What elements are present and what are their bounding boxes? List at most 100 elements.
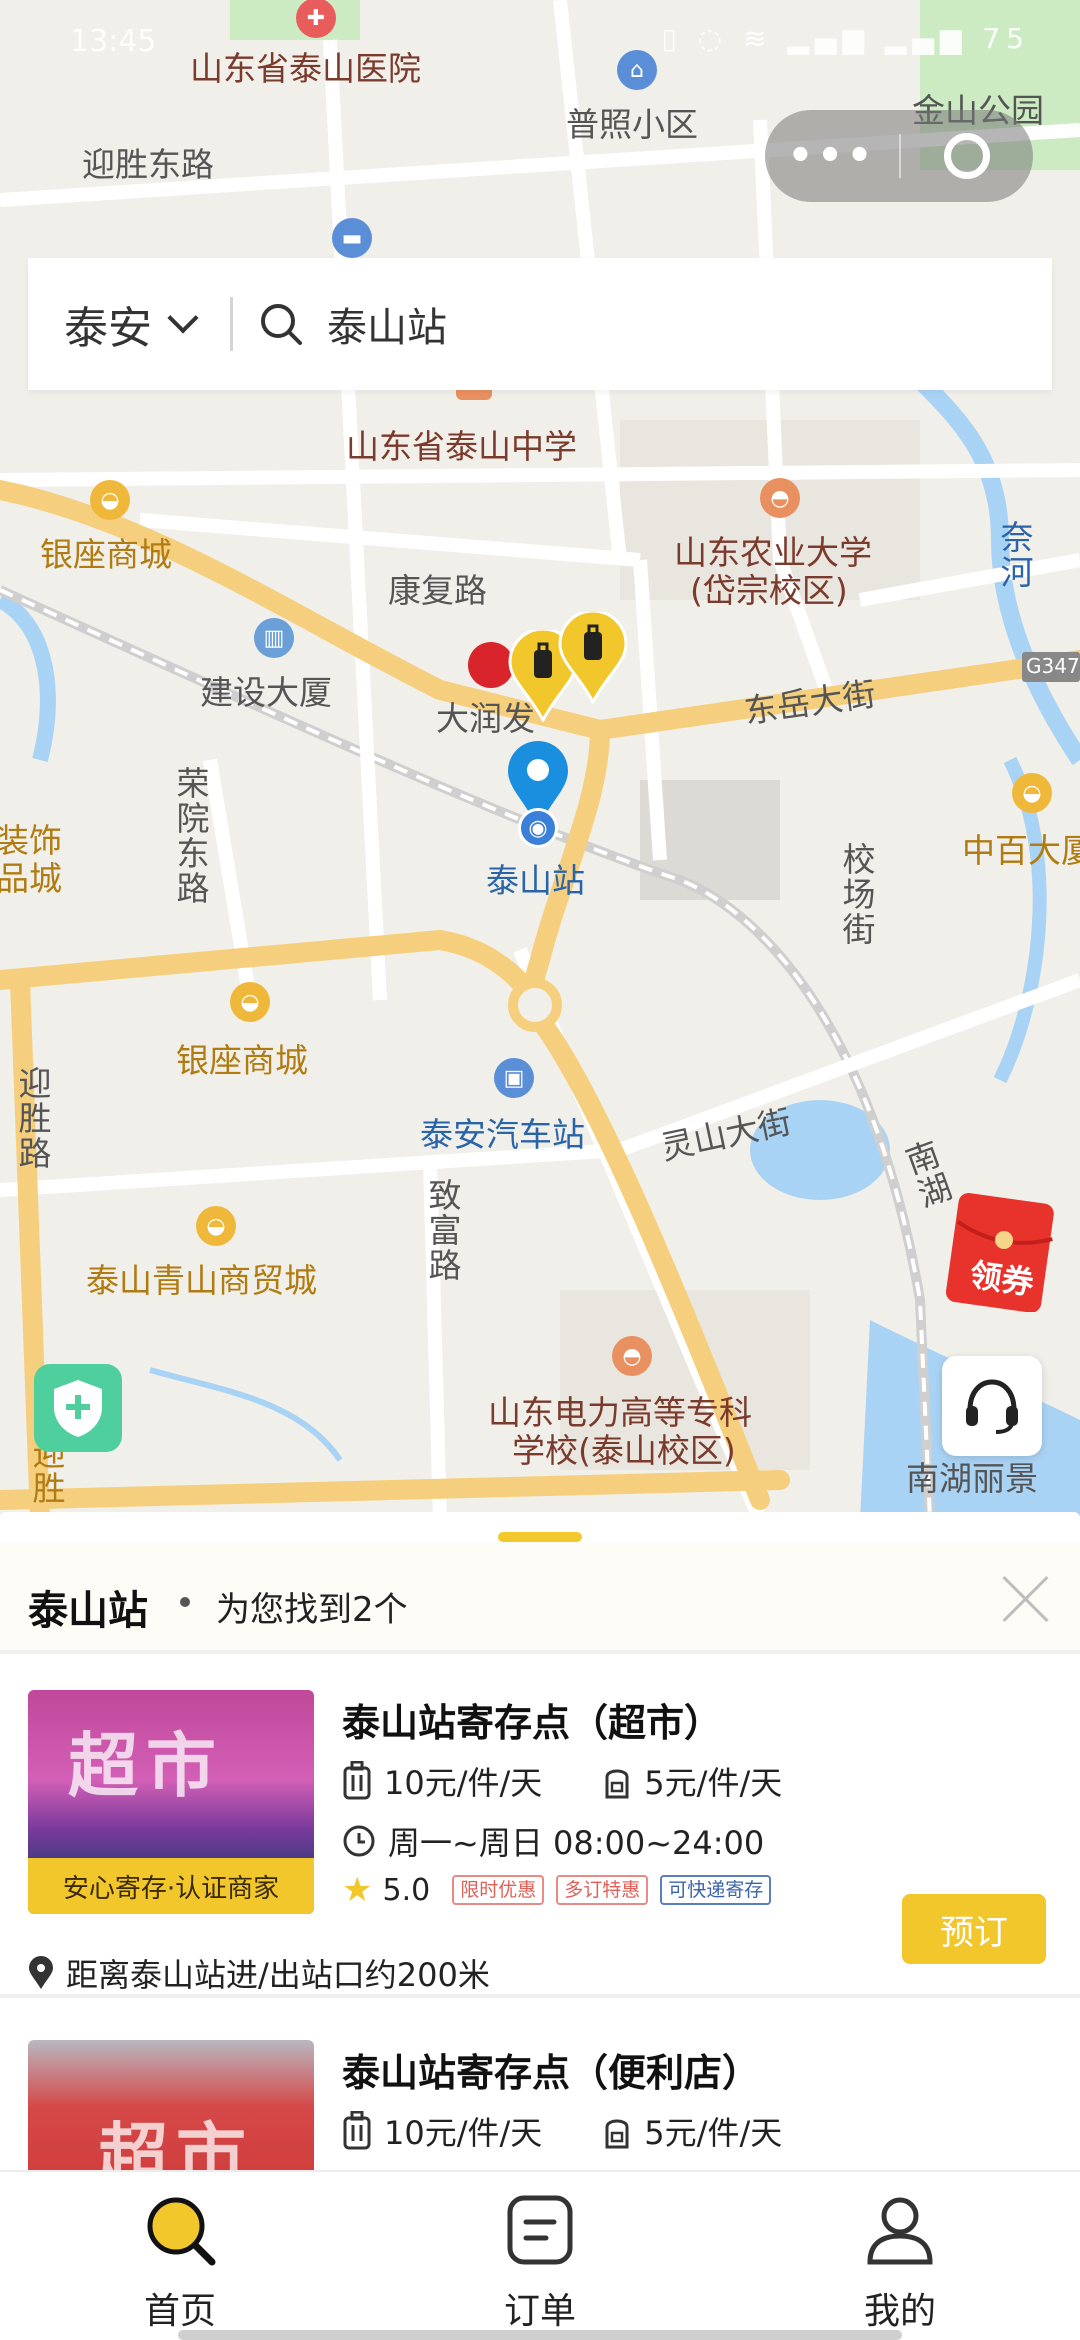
office-building-icon[interactable]: ▥ [254, 618, 294, 658]
tab-profile[interactable]: 我的 [800, 2192, 1000, 2334]
map-label: 普照小区 [566, 105, 698, 144]
miniprogram-capsule: ••• [765, 110, 1033, 202]
header-dot [180, 1597, 190, 1607]
luggage-pin-icon[interactable] [558, 612, 628, 704]
distance-row: 距离泰山站进/出站口约200米 [28, 1950, 490, 1996]
status-time: 13:45 [70, 24, 157, 59]
distance-text: 距离泰山站进/出站口约200米 [66, 1956, 490, 1994]
train-station-icon[interactable]: ◉ [518, 808, 558, 848]
map-label: 泰山站 [486, 861, 585, 900]
map-label: 山东农业大学 [674, 533, 872, 572]
store-thumbnail: 超市 安心寄存·认证商家 [28, 1690, 314, 1914]
divider [0, 1994, 1080, 1998]
coupon-label: 领券 [967, 1255, 1037, 1303]
map-label: 学校(泰山校区) [512, 1431, 736, 1470]
headset-icon [966, 1379, 1018, 1434]
store-name: 泰山站寄存点（超市） [342, 1701, 723, 1745]
star-icon: ★ [342, 1870, 373, 1910]
map-label: 致富路 [423, 1178, 462, 1283]
hotel-icon[interactable]: ▬ [332, 218, 372, 258]
promo-tag: 多订特惠 [556, 1875, 649, 1905]
insurance-shield-button[interactable] [34, 1364, 122, 1452]
map-label: 中百大厦 [962, 831, 1080, 870]
express-tag: 可快递寄存 [660, 1875, 772, 1905]
map-label: 荣院东路 [171, 766, 210, 906]
sheet-drag-handle[interactable] [498, 1532, 582, 1542]
mall-icon[interactable]: ◒ [230, 982, 270, 1022]
search-icon [147, 2197, 216, 2266]
map-label: (岱宗校区) [690, 571, 848, 610]
highway-shield: G347 [1026, 654, 1080, 678]
storage-card[interactable]: 超市 安心寄存·认证商家 泰山站寄存点（超市） 10元/件/天 5元/件/天 周… [0, 1654, 1080, 1994]
shield-icon [54, 1380, 102, 1437]
map-label: 大润发 [436, 699, 535, 738]
bus-station-icon[interactable]: ▣ [494, 1058, 534, 1098]
map-label: 迎胜路 [13, 1066, 52, 1171]
map-pin-icon [29, 1956, 53, 1989]
map-label: 山东省泰山中学 [346, 427, 577, 466]
map-label: 装饰 [0, 821, 62, 860]
rating-value: 5.0 [382, 1872, 431, 1908]
bag-price: 5元/件/天 [644, 1764, 783, 1802]
luggage-price: 10元/件/天 [384, 1764, 543, 1802]
tab-label: 订单 [503, 2291, 576, 2332]
clock-icon [343, 1825, 375, 1857]
mall-icon[interactable]: ◒ [90, 480, 130, 520]
coupon-button[interactable]: 领券 [945, 1192, 1056, 1313]
status-icons: ▯ ◌ ≋ ▂▄▆ ▂▄▆ 75 [661, 22, 1030, 55]
close-ring-icon [944, 133, 990, 179]
search-bar: 泰安 泰山站 [28, 258, 1052, 390]
bottom-tab-bar: 首页 订单 我的 [0, 2170, 1080, 2340]
price-row: 10元/件/天 5元/件/天 [342, 2108, 782, 2154]
map-label: 建设大厦 [200, 673, 332, 712]
map-label: 奈河 [995, 520, 1034, 590]
tab-label: 首页 [143, 2291, 216, 2332]
order-icon [507, 2195, 573, 2265]
map-label: 银座商城 [176, 1041, 308, 1080]
map-view[interactable]: 13:45 ▯ ◌ ≋ ▂▄▆ ▂▄▆ 75 ✚ ⌂ ▬ ◒ ◓ ▥ ◒ ◒ ▣… [0, 0, 1080, 1520]
map-label: 迎胜东路 [82, 145, 214, 184]
home-indicator [178, 2330, 902, 2340]
more-menu-button[interactable]: ••• [765, 133, 899, 179]
mall-icon[interactable]: ◒ [1012, 773, 1052, 813]
luggage-icon [343, 1761, 371, 1800]
backpack-icon [605, 2119, 629, 2149]
residential-icon[interactable]: ⌂ [617, 50, 657, 90]
chevron-down-icon [167, 302, 199, 334]
tab-home[interactable]: 首页 [80, 2192, 280, 2334]
map-label: 品城 [0, 859, 62, 898]
backpack-icon [605, 1769, 629, 1799]
hours-row: 周一~周日 08:00~24:00 [342, 1818, 764, 1864]
bag-price: 5元/件/天 [644, 2114, 783, 2152]
mall-icon[interactable]: ◒ [196, 1206, 236, 1246]
results-sheet: 泰山站 为您找到2个 超市 安心寄存·认证商家 泰山站寄存点（超市） 10元/件… [0, 1512, 1080, 2264]
map-label: 山东省泰山医院 [190, 49, 421, 88]
search-input[interactable]: 泰山站 [327, 295, 447, 353]
school-icon[interactable]: ◓ [760, 478, 800, 518]
city-selector[interactable]: 泰安 [28, 292, 199, 356]
results-header: 泰山站 为您找到2个 [0, 1542, 1080, 1650]
map-label: 泰山青山商贸城 [86, 1261, 317, 1300]
promo-tag: 限时优惠 [452, 1875, 545, 1905]
map-label: 银座商城 [40, 535, 172, 574]
user-icon [867, 2197, 933, 2265]
close-miniprogram-button[interactable] [901, 133, 1033, 179]
rating-row: ★ 5.0 限时优惠 多订特惠 可快递寄存 [342, 1870, 772, 1910]
map-label: 泰安汽车站 [420, 1115, 585, 1154]
results-location: 泰山站 [28, 1588, 148, 1634]
results-count: 为您找到2个 [216, 1590, 408, 1630]
thumbnail-text: 超市 [68, 1725, 224, 1807]
certified-merchant-badge: 安心寄存·认证商家 [28, 1858, 314, 1914]
book-button[interactable]: 预订 [902, 1894, 1046, 1964]
luggage-icon [343, 2111, 371, 2150]
battery-level: 75 [982, 22, 1030, 55]
customer-service-button[interactable] [942, 1356, 1042, 1456]
tab-orders[interactable]: 订单 [440, 2192, 640, 2334]
status-bar: 13:45 ▯ ◌ ≋ ▂▄▆ ▂▄▆ 75 [0, 0, 1080, 80]
school-icon[interactable]: ◓ [612, 1336, 652, 1376]
search-divider [230, 297, 233, 351]
map-label: 校场街 [837, 842, 876, 947]
close-icon[interactable] [1000, 1574, 1050, 1624]
tab-label: 我的 [863, 2291, 936, 2332]
store-name: 泰山站寄存点（便利店） [342, 2051, 761, 2095]
